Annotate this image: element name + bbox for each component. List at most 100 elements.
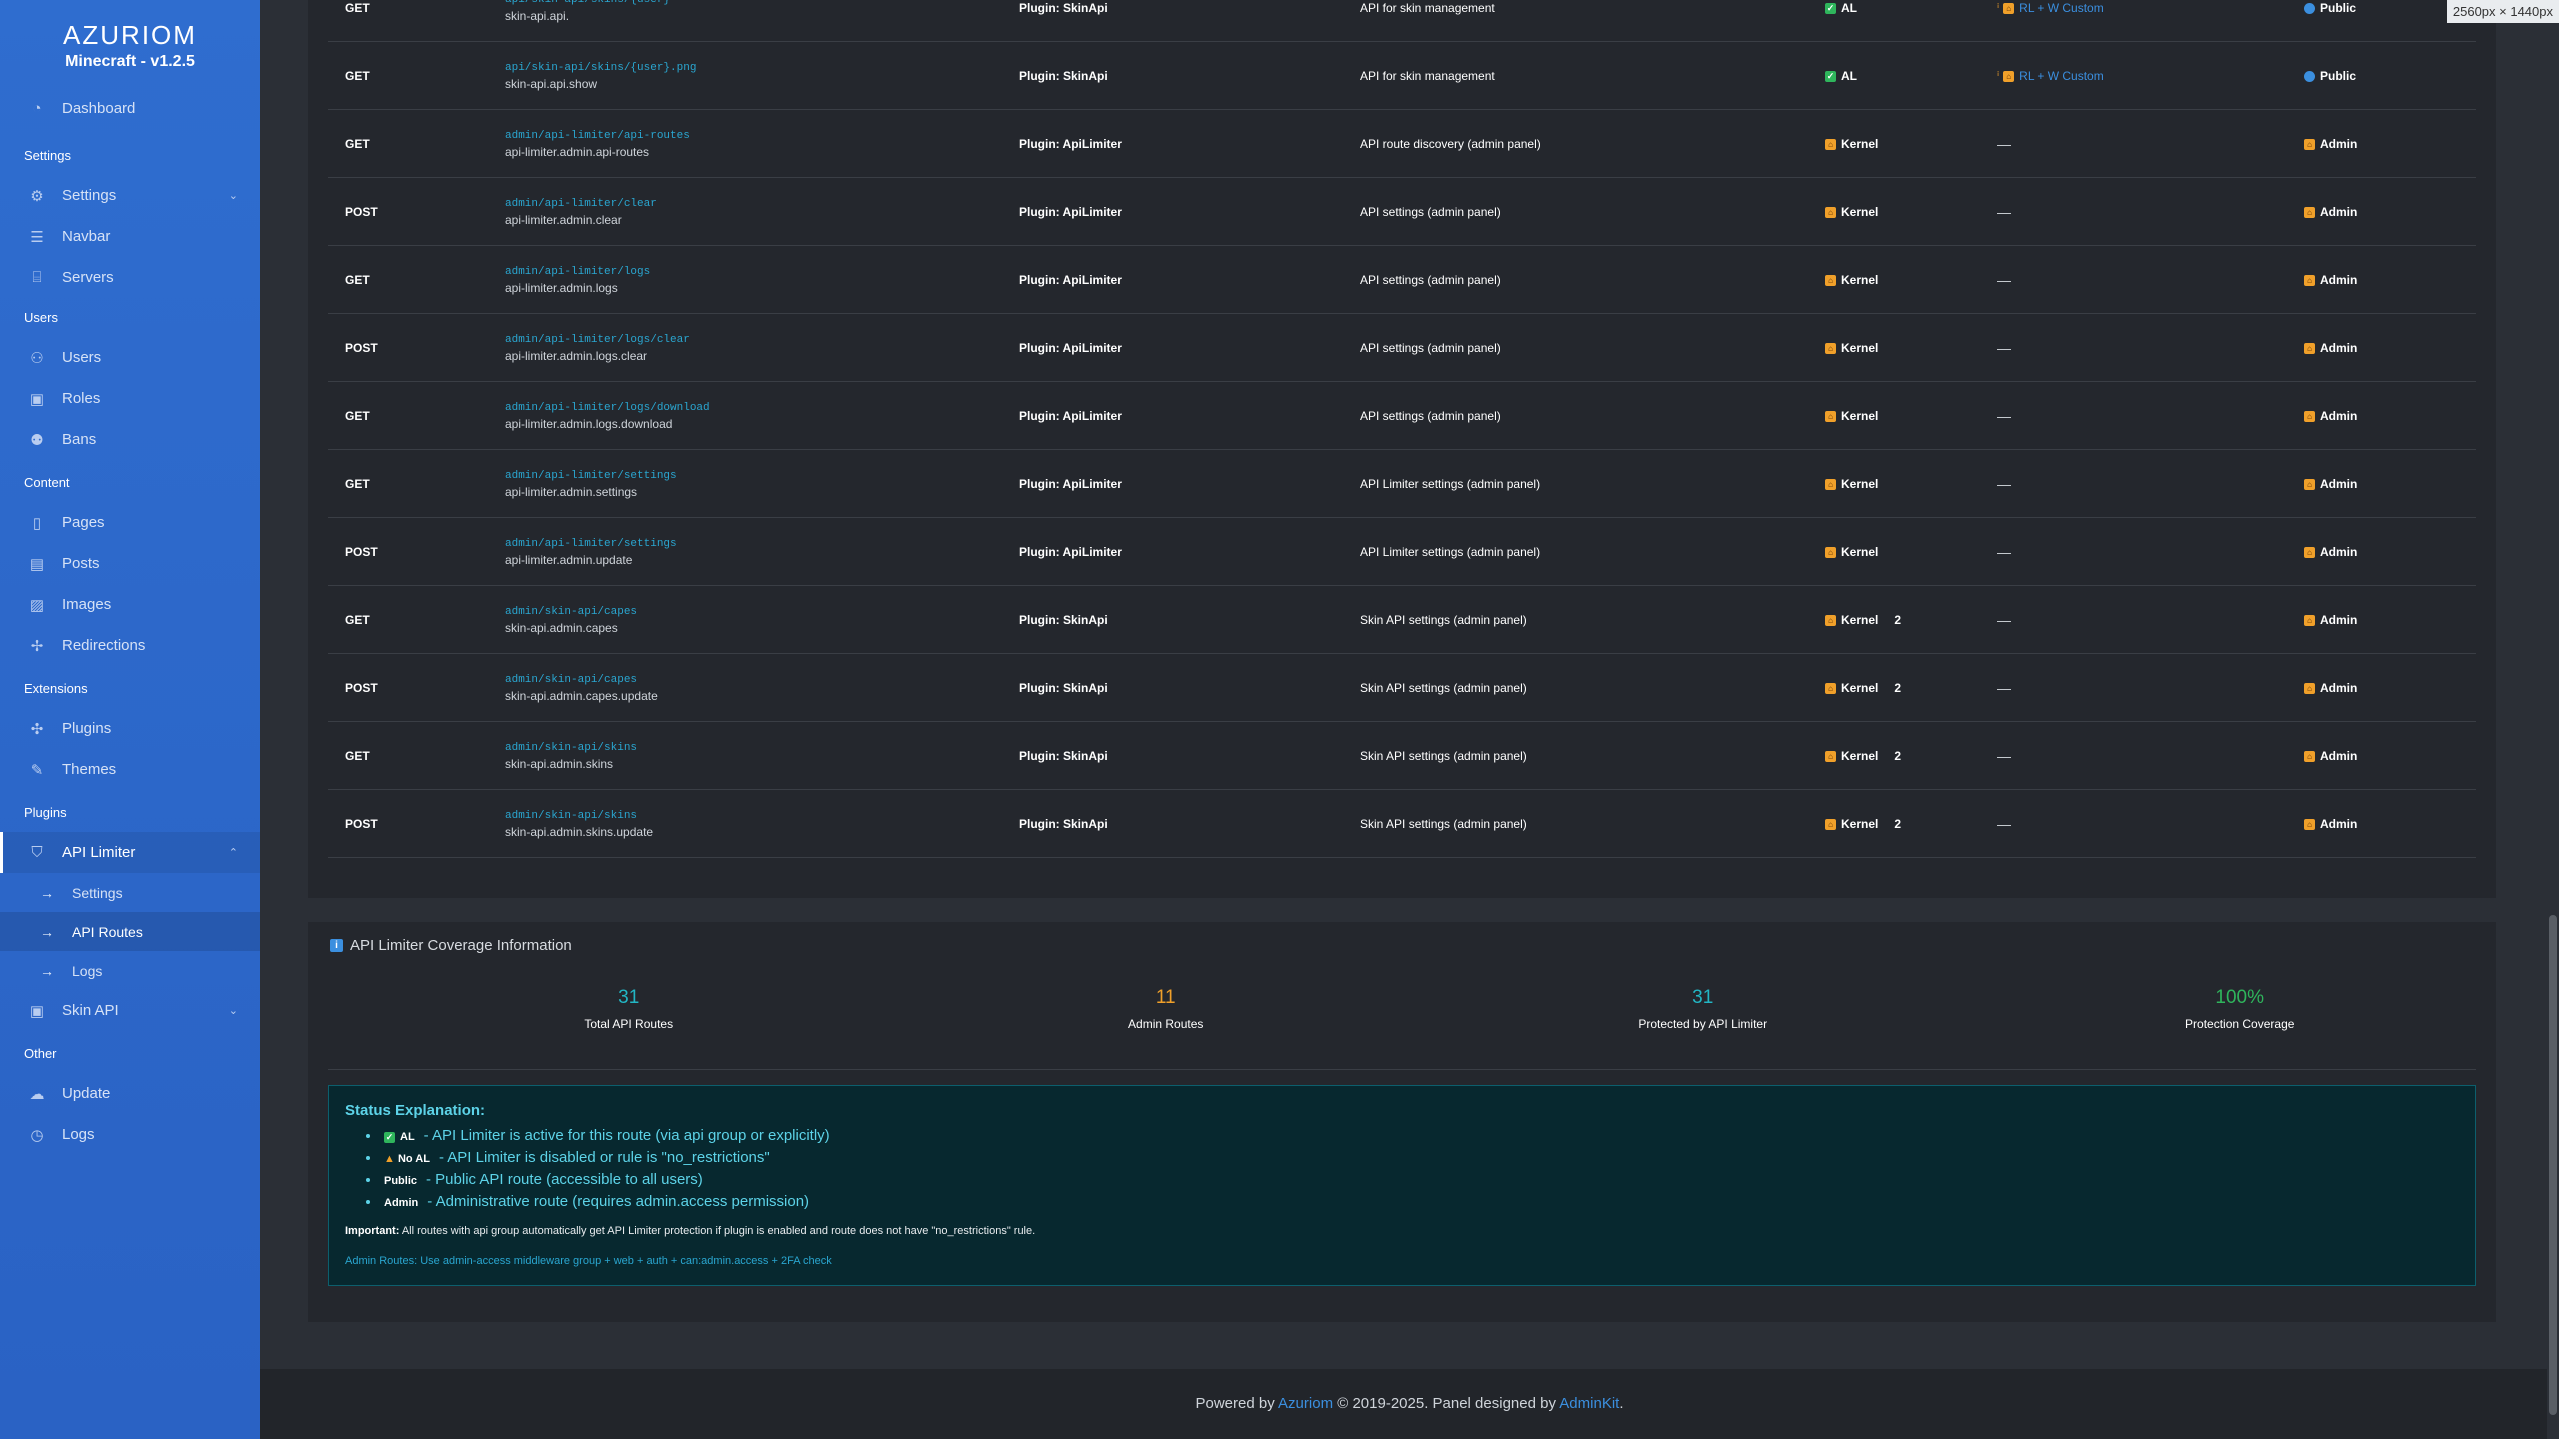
sidebar-subitem-logs[interactable]: → Logs (0, 951, 260, 990)
sidebar-item-themes[interactable]: ✎ Themes (0, 749, 260, 790)
route-method: GET (345, 1, 370, 15)
sidebar-item-posts[interactable]: ▤ Posts (0, 543, 260, 584)
route-limit: — (1997, 110, 2011, 178)
table-row[interactable]: GET admin/api-limiter/logs/download api-… (328, 382, 2476, 450)
limit-link[interactable]: RL + W Custom (2019, 1, 2104, 15)
sidebar-item-roles[interactable]: ▣ Roles (0, 378, 260, 419)
lock-icon: ⌂ (1825, 342, 1836, 354)
route-middleware: ⌂ Kernel (1825, 518, 1878, 586)
al-explanation: - API Limiter is active for this route (… (423, 1127, 830, 1144)
sidebar-item-label: Redirections (62, 637, 146, 654)
stat-label: Protection Coverage (2185, 1017, 2295, 1031)
limit-link[interactable]: RL + W Custom (2019, 69, 2104, 83)
sidebar-item-logs[interactable]: ◷ Logs (0, 1114, 260, 1155)
admin-routes-label: Admin Routes: (345, 1255, 418, 1267)
sidebar-subitem-api-routes[interactable]: → API Routes (0, 912, 260, 951)
table-row[interactable]: POST admin/api-limiter/settings api-limi… (328, 518, 2476, 586)
lock-icon: ⌂ (2304, 478, 2315, 490)
info-icon: ⁱ (1997, 1, 2000, 15)
sidebar-item-label: Users (62, 349, 102, 366)
route-method: GET (345, 137, 370, 151)
route-path: api/skin-api/skins/{user}.png (505, 61, 697, 74)
sidebar-item-api-limiter[interactable]: ⛉ API Limiter ⌃ (0, 832, 260, 873)
lock-icon: ⌂ (2003, 70, 2015, 82)
footer-suffix: . (1619, 1395, 1624, 1412)
stat-protection-coverage: 100% Protection Coverage (2090, 987, 2390, 1031)
middleware-count: 2 (1894, 681, 1902, 695)
sidebar-item-redirections[interactable]: ✢ Redirections (0, 625, 260, 666)
sidebar-item-navbar[interactable]: ☰ Navbar (0, 216, 260, 257)
middleware-label: AL (1841, 69, 1857, 83)
lock-icon: ⌂ (2304, 750, 2315, 762)
lock-icon: ⌂ (2304, 206, 2315, 218)
brand[interactable]: AZURIOM Minecraft - v1.2.5 (0, 0, 260, 80)
access-label: Admin (2320, 817, 2358, 831)
route-plugin: Plugin: ApiLimiter (1019, 409, 1122, 423)
middleware-label: Kernel (1841, 749, 1879, 763)
middleware-label: Kernel (1841, 409, 1879, 423)
table-row[interactable]: POST admin/skin-api/capes skin-api.admin… (328, 654, 2476, 722)
table-row[interactable]: POST admin/skin-api/skins skin-api.admin… (328, 790, 2476, 858)
route-limit: — (1997, 722, 2011, 790)
lock-icon: ⌂ (2304, 682, 2315, 694)
table-row[interactable]: POST admin/api-limiter/clear api-limiter… (328, 178, 2476, 246)
route-path: admin/api-limiter/clear (505, 197, 657, 210)
sidebar-item-label: API Limiter (62, 844, 136, 861)
no-limit: — (1997, 748, 2011, 764)
route-name: skin-api.admin.capes.update (505, 688, 658, 703)
table-row[interactable]: GET admin/skin-api/skins skin-api.admin.… (328, 722, 2476, 790)
sidebar-item-images[interactable]: ▨ Images (0, 584, 260, 625)
sidebar-item-pages[interactable]: ▯ Pages (0, 502, 260, 543)
route-plugin: Plugin: ApiLimiter (1019, 137, 1122, 151)
explanation-list: ✓ AL - API Limiter is active for this rout… (345, 1125, 2459, 1213)
sidebar-item-dashboard[interactable]: ◔ Dashboard (0, 88, 260, 129)
table-row[interactable]: GET admin/api-limiter/settings api-limit… (328, 450, 2476, 518)
table-row[interactable]: GET api/skin-api/skins/{user} skin-api.a… (328, 0, 2476, 42)
stat-admin-routes: 11 Admin Routes (1016, 987, 1316, 1031)
route-name: skin-api.api.show (505, 76, 598, 91)
lock-icon: ⌂ (2304, 342, 2315, 354)
middleware-label: Kernel (1841, 681, 1879, 695)
route-path: api/skin-api/skins/{user} (505, 0, 670, 6)
lock-icon: ⌂ (2304, 138, 2315, 150)
scrollbar[interactable] (2547, 0, 2559, 1439)
route-uri: admin/api-limiter/logs/clear api-limiter… (505, 314, 690, 382)
access-label: Admin (2320, 613, 2358, 627)
stat-total-api-routes: 31 Total API Routes (479, 987, 779, 1031)
route-plugin: Plugin: ApiLimiter (1019, 273, 1122, 287)
brand-logo: AZURIOM (63, 20, 197, 50)
sidebar-item-servers[interactable]: ⌸ Servers (0, 257, 260, 298)
sidebar-item-skin-api[interactable]: ▣ Skin API ⌄ (0, 990, 260, 1031)
sidebar-item-bans[interactable]: ⚉ Bans (0, 419, 260, 460)
scrollbar-thumb[interactable] (2549, 915, 2557, 1415)
table-row[interactable]: GET api/skin-api/skins/{user}.png skin-a… (328, 42, 2476, 110)
newspaper-icon: ▤ (29, 555, 45, 573)
stat-label: Admin Routes (1128, 1017, 1204, 1031)
route-path: admin/api-limiter/logs/clear (505, 333, 690, 346)
azuriom-link[interactable]: Azuriom (1278, 1395, 1333, 1412)
route-name: skin-api.admin.skins.update (505, 824, 654, 839)
route-method: POST (345, 205, 378, 219)
table-row[interactable]: GET admin/api-limiter/logs api-limiter.a… (328, 246, 2476, 314)
route-method: POST (345, 817, 378, 831)
adminkit-link[interactable]: AdminKit (1559, 1395, 1619, 1412)
table-row[interactable]: GET admin/skin-api/capes skin-api.admin.… (328, 586, 2476, 654)
no-limit: — (1997, 340, 2011, 356)
chevron-up-icon: ⌃ (228, 847, 238, 859)
sidebar-item-users[interactable]: ⚇ Users (0, 337, 260, 378)
no-al-explanation: - API Limiter is disabled or rule is "no… (438, 1149, 770, 1166)
sidebar-item-settings[interactable]: ⚙ Settings ⌄ (0, 175, 260, 216)
routes-table: GET api/skin-api/skins/{user} skin-api.a… (308, 0, 2496, 898)
table-row[interactable]: POST admin/api-limiter/logs/clear api-li… (328, 314, 2476, 382)
sidebar-item-update[interactable]: ☁ Update (0, 1073, 260, 1114)
lock-icon: ⌂ (1825, 478, 1836, 490)
sidebar-item-label: Servers (62, 269, 114, 286)
stat-label: Total API Routes (584, 1017, 674, 1031)
gear-icon: ⚙ (30, 187, 44, 205)
table-row[interactable]: GET admin/api-limiter/api-routes api-lim… (328, 110, 2476, 178)
no-limit: — (1997, 272, 2011, 288)
sidebar-item-plugins[interactable]: ✣ Plugins (0, 708, 260, 749)
sidebar-subitem-settings[interactable]: → Settings (0, 873, 260, 912)
access-label: Admin (2320, 681, 2358, 695)
lock-icon: ⌂ (1825, 614, 1836, 626)
